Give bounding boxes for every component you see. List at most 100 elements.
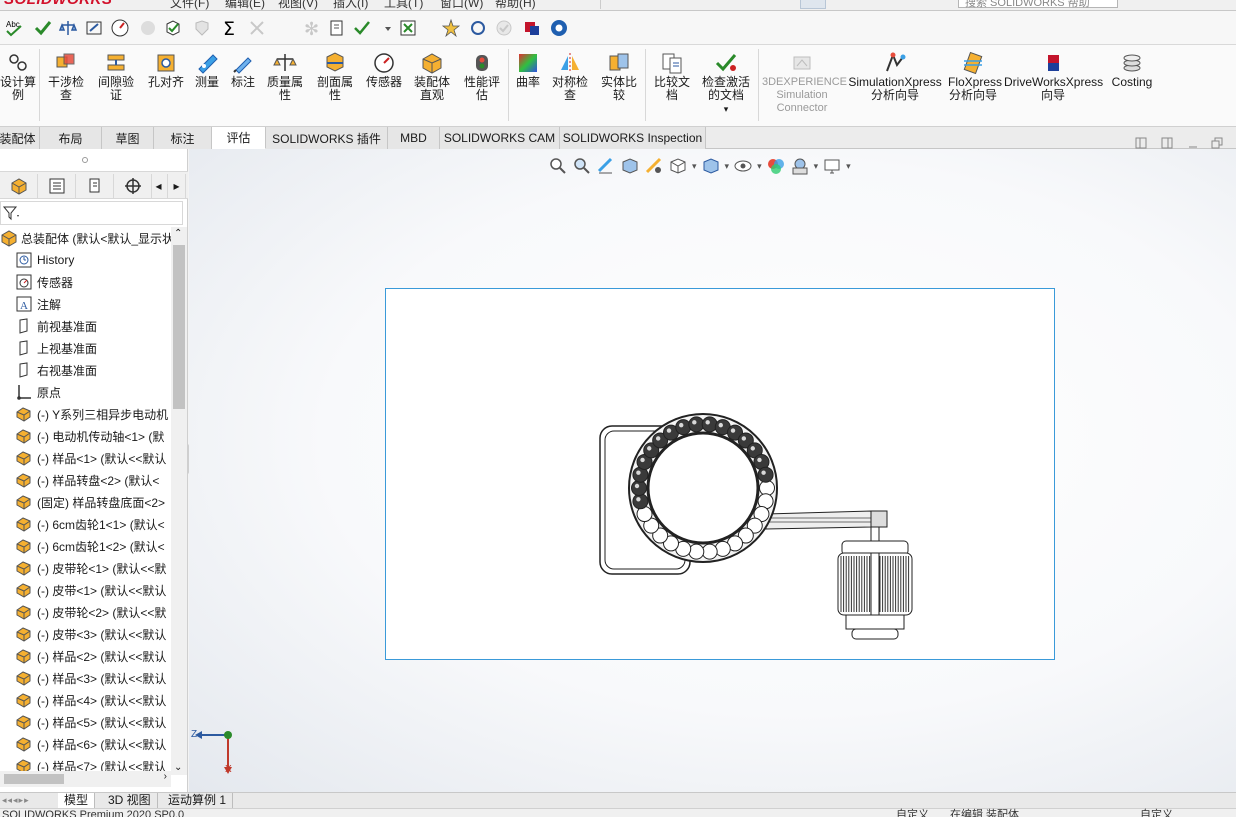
tree-item[interactable]: History (0, 249, 171, 271)
mass-properties-button[interactable]: 质量属性 (262, 51, 308, 102)
cube-check-icon[interactable] (163, 18, 183, 38)
floxpress-button[interactable]: FloXpress 分析向导 (944, 51, 1002, 102)
configuration-manager-tab-icon[interactable] (76, 174, 114, 198)
tab-sketch[interactable]: 草图 (102, 127, 154, 149)
property-manager-tab-icon[interactable] (38, 174, 76, 198)
check-icon[interactable] (33, 18, 53, 38)
tree-item[interactable]: (-) 6cm齿轮1<2> (默认< (0, 535, 171, 557)
compare-solid-button[interactable]: 实体比较 (596, 51, 642, 102)
tab-solidworks-addins[interactable]: SOLIDWORKS 插件 (266, 127, 388, 149)
tab-nav-arrows-icon[interactable]: ◂◂◂▸▸ (2, 795, 30, 806)
driveworksxpress-button[interactable]: DriveWorksXpress 向导 (1004, 51, 1103, 102)
tab-mbd[interactable]: MBD (388, 127, 440, 149)
tab-markup[interactable]: 标注 (154, 127, 212, 149)
tab-solidworks-cam[interactable]: SOLIDWORKS CAM (440, 127, 560, 149)
section-view-icon[interactable] (620, 156, 640, 176)
display-style-icon[interactable] (701, 156, 721, 176)
tree-item[interactable]: 传感器 (0, 271, 171, 293)
status-custom[interactable]: 自定义 (1140, 809, 1173, 817)
scroll-up-icon[interactable]: ⌃ (174, 228, 182, 239)
tree-item[interactable]: (-) 皮带轮<2> (默认<<默 (0, 601, 171, 623)
tab-model[interactable]: 模型 (58, 793, 96, 808)
zoom-to-fit-icon[interactable] (548, 156, 568, 176)
spreadsheet-x-icon[interactable] (398, 18, 418, 38)
tree-item[interactable]: 前视基准面 (0, 315, 171, 337)
tree-horizontal-scroll-thumb[interactable] (4, 774, 64, 784)
color-swatch-icon[interactable] (522, 18, 542, 38)
tree-item[interactable]: (固定) 样品转盘底面<2> (0, 491, 171, 513)
measure-button[interactable]: 测量 (190, 51, 224, 89)
menu-tools[interactable]: 工具(T) (384, 0, 423, 11)
window-minimize-icon[interactable] (1186, 136, 1200, 150)
view-settings-dropdown-icon[interactable]: ▾ (846, 161, 851, 172)
clearance-verify-button[interactable]: 间隙验证 (94, 51, 138, 102)
dropdown-arrow-icon[interactable] (378, 18, 398, 38)
apply-scene-dropdown-icon[interactable]: ▾ (814, 161, 819, 172)
performance-eval-button[interactable]: 性能评估 (460, 51, 504, 102)
search-help-input[interactable]: 搜索 SOLIDWORKS 帮助 (958, 0, 1118, 9)
menu-edit[interactable]: 编辑(E) (225, 0, 265, 11)
tab-scroll-left-icon[interactable]: ◂ (150, 174, 168, 198)
menu-window[interactable]: 窗口(W) (440, 0, 483, 11)
dimxpert-tab-icon[interactable] (114, 174, 152, 198)
menu-help[interactable]: 帮助(H) (495, 0, 536, 11)
costing-button[interactable]: Costing (1106, 51, 1158, 89)
tree-item[interactable]: 原点 (0, 381, 171, 403)
tree-item[interactable]: (-) 样品<4> (默认<<默认 (0, 689, 171, 711)
tab-evaluate[interactable]: 评估 (212, 127, 266, 149)
tree-item[interactable]: (-) 皮带轮<1> (默认<<默 (0, 557, 171, 579)
tab-layout[interactable]: 布局 (40, 127, 102, 149)
tab-motion-study[interactable]: 运动算例 1 (162, 793, 234, 808)
balance-icon[interactable] (58, 18, 78, 38)
tree-item[interactable]: (-) 样品<1> (默认<<默认 (0, 447, 171, 469)
design-study-button[interactable]: 设计算例 (0, 51, 38, 102)
tab-scroll-right-icon[interactable]: ▸ (168, 174, 186, 198)
status-units[interactable]: 自定义 (896, 809, 929, 817)
window-tile-right-icon[interactable] (1160, 136, 1174, 150)
window-restore-icon[interactable] (1210, 136, 1224, 150)
scroll-right-icon[interactable]: › (164, 771, 167, 782)
tree-item[interactable]: (-) 皮带<3> (默认<<默认 (0, 623, 171, 645)
tab-assembly[interactable]: 装配体 (0, 127, 40, 149)
sketch-fix-icon[interactable] (84, 18, 104, 38)
hole-alignment-button[interactable]: 孔对齐 (144, 51, 188, 89)
panel-grip-icon[interactable] (82, 157, 88, 163)
curvature-button[interactable]: 曲率 (512, 51, 544, 89)
tree-item[interactable]: (-) Y系列三相异步电动机 (0, 403, 171, 425)
menu-insert[interactable]: 插入(I) (333, 0, 368, 11)
hide-show-items-icon[interactable] (733, 156, 753, 176)
tree-item[interactable]: 上视基准面 (0, 337, 171, 359)
tree-item[interactable]: (-) 样品<2> (默认<<默认 (0, 645, 171, 667)
tree-item[interactable]: (-) 样品<5> (默认<<默认 (0, 711, 171, 733)
sensor-button[interactable]: 传感器 (362, 51, 406, 89)
settings-wheel-icon[interactable] (549, 18, 569, 38)
check-active-document-button[interactable]: 检查激活的文档 ▾ (698, 51, 754, 116)
tree-item[interactable]: (-) 样品转盘<2> (默认< (0, 469, 171, 491)
star-tool-icon[interactable] (441, 18, 461, 38)
tree-item[interactable]: A 注解 (0, 293, 171, 315)
rotate-tool-icon[interactable] (468, 18, 488, 38)
tab-solidworks-inspection[interactable]: SOLIDWORKS Inspection (560, 127, 706, 149)
apply-scene-icon[interactable] (790, 156, 810, 176)
tree-filter-input[interactable] (0, 201, 183, 225)
document-edit-icon[interactable] (327, 18, 347, 38)
hide-show-dropdown-icon[interactable]: ▾ (757, 161, 762, 172)
tree-item[interactable]: (-) 6cm齿轮1<1> (默认< (0, 513, 171, 535)
check-dropdown-icon[interactable] (352, 18, 372, 38)
display-style-dropdown-icon[interactable]: ▾ (725, 161, 730, 172)
symmetry-check-button[interactable]: 对称检查 (547, 51, 593, 102)
model-view-frame[interactable] (385, 288, 1055, 660)
check-doc-dropdown-icon[interactable]: ▾ (724, 103, 729, 116)
spell-check-icon[interactable]: Abc (4, 18, 24, 38)
zoom-to-area-icon[interactable] (572, 156, 592, 176)
interference-check-button[interactable]: 干涉检查 (44, 51, 88, 102)
markup-button[interactable]: 标注 (226, 51, 260, 89)
view-orientation-dropdown-icon[interactable]: ▾ (692, 161, 697, 172)
tree-item[interactable]: (-) 样品<6> (默认<<默认 (0, 733, 171, 755)
view-settings-icon[interactable] (822, 156, 842, 176)
edit-appearance-icon[interactable] (766, 156, 786, 176)
dynamic-annotation-icon[interactable] (644, 156, 664, 176)
scroll-down-icon[interactable]: ⌄ (174, 762, 182, 773)
view-orientation-icon[interactable] (668, 156, 688, 176)
tree-root-assembly[interactable]: 总装配体 (默认<默认_显示状 (0, 227, 171, 249)
